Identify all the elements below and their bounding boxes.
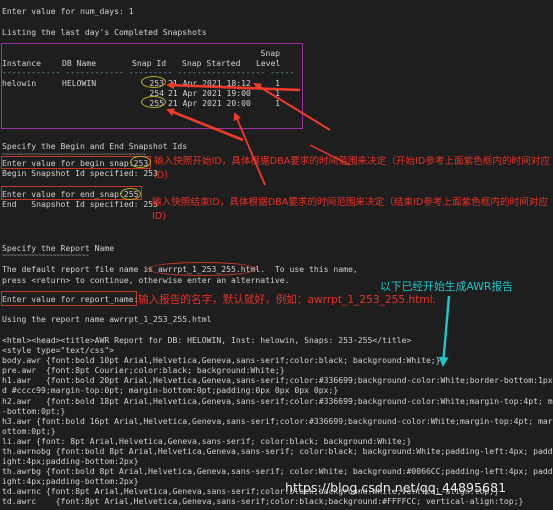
terminal-window[interactable]: Enter value for num_days: 1 Listing the … <box>0 0 553 510</box>
output-line: h1.awr {font:bold 20pt Arial,Helvetica,G… <box>2 375 553 385</box>
end-snap-prompt[interactable]: Enter value for end_snap:255 <box>2 189 138 199</box>
output-line: ottom:0pt;} <box>2 426 56 436</box>
cell-snap-started: 21 Apr 2021 19:00 <box>168 88 251 98</box>
snap-255-circle <box>141 96 166 108</box>
end-snap-confirm: End Snapshot Id specified: 255 <box>2 199 158 209</box>
tilde-rule: ~~~~~~~~~~~~~~~~~~~~~~~~ <box>2 252 89 259</box>
default-filename-ellipse <box>147 262 257 276</box>
report-name-prompt[interactable]: Enter value for report_name: <box>2 294 138 304</box>
begin-value-circle <box>130 156 151 168</box>
output-line: th.awrbg {font:bold 8pt Arial,Helvetica,… <box>2 466 553 476</box>
cell-instance: helowin <box>2 78 37 88</box>
begin-snap-label: Enter value for begin snap: <box>2 158 134 168</box>
output-line: d #cccc99;margin-top:0pt; margin-bottom:… <box>2 385 339 395</box>
cell-level: 1 <box>275 98 280 108</box>
begin-snap-prompt[interactable]: Enter value for begin snap:253 <box>2 158 148 168</box>
default-name-text-post: To use this name, <box>265 264 358 274</box>
begin-snap-annotation-line2: ID) <box>154 170 168 181</box>
end-snap-annotation-line2: ID) <box>152 211 166 222</box>
cell-snap-started: 21 Apr 2021 20:00 <box>168 98 251 108</box>
output-line: td.awrc {font:8pt Arial,Helvetica,Geneva… <box>2 496 524 506</box>
press-return-line: press <return> to continue, otherwise en… <box>2 275 290 285</box>
default-name-text: The default report file name is <box>2 264 158 274</box>
output-line: body.awr {font:bold 10pt Arial,Helvetica… <box>2 355 441 365</box>
listing-heading: Listing the last day's Completed Snapsho… <box>2 27 207 37</box>
header-snap-top: Snap <box>260 48 281 58</box>
output-line: <html><head><title>AWR Report for DB: HE… <box>2 335 412 345</box>
using-report-name-line: Using the report name awrrpt_1_253_255.h… <box>2 314 212 324</box>
cell-snap-started: 21 Apr 2021 18:12 <box>168 78 251 88</box>
cell-db-name: HELOWIN <box>62 78 97 88</box>
cell-level: 1 <box>275 78 280 88</box>
cyan-arrow-generating <box>438 295 451 367</box>
begin-snap-annotation-line1: 输入快照开始ID，具体根据DBA要求的时间范围来决定（开始ID参考上面紫色框内的… <box>154 156 550 167</box>
output-line: -bottom:0pt;} <box>2 406 66 416</box>
output-line: ight:4px;padding-bottom:2px} <box>2 476 139 486</box>
output-line: th.awrnobg {font:bold 8pt Arial,Helvetic… <box>2 446 553 456</box>
watermark: https://blog.csdn.net/qq_44895681 <box>285 480 507 495</box>
end-snap-annotation-line1: 输入快照结束ID，具体根据DBA要求的时间范围来决定（结束ID参考上面紫色框内的… <box>152 197 548 208</box>
output-line: ight:4px;padding-bottom:2px} <box>2 456 139 466</box>
end-snap-label: Enter value for end_snap: <box>2 189 124 199</box>
output-line: <style type="text/css"> <box>2 345 115 355</box>
output-line: li.awr {font: 8pt Arial,Helvetica,Geneva… <box>2 436 412 446</box>
output-line: pre.awr {font:8pt Courier;color:black; b… <box>2 365 285 375</box>
cell-level: 1 <box>275 88 280 98</box>
output-line: h2.awr {font:bold 18pt Arial,Helvetica,G… <box>2 396 553 406</box>
report-name-annotation: 输入报告的名字，默认就好，例如：awrrpt_1_253_255.html. <box>138 294 436 306</box>
num-days-prompt: Enter value for num_days: 1 <box>2 6 134 16</box>
begin-snap-confirm: Begin Snapshot Id specified: 253 <box>2 168 158 178</box>
output-line: h3.awr {font:bold 16pt Arial,Helvetica,G… <box>2 416 553 426</box>
generating-report-annotation: 以下已经开始生成AWR报告 <box>380 280 513 293</box>
snap-253-circle <box>141 76 166 88</box>
